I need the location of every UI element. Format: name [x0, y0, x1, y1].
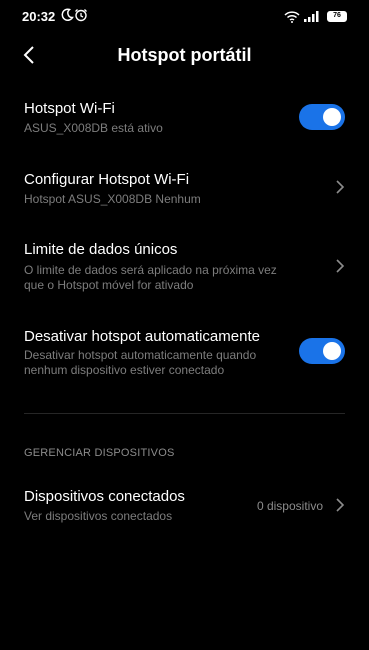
hotspot-wifi-toggle[interactable] — [299, 104, 345, 130]
auto-disable-row[interactable]: Desativar hotspot automaticamente Desati… — [0, 320, 369, 390]
auto-disable-subtitle-line2: nenhum dispositivo estiver conectado — [24, 363, 225, 377]
data-limit-subtitle-line1: O limite de dados será aplicado na próxi… — [24, 263, 277, 277]
signal-icon — [304, 11, 319, 22]
configure-hotspot-row[interactable]: Configurar Hotspot Wi-Fi Hotspot ASUS_X0… — [0, 163, 369, 223]
status-time: 20:32 — [22, 9, 56, 24]
connected-devices-row[interactable]: Dispositivos conectados Ver dispositivos… — [0, 480, 369, 530]
configure-hotspot-title: Configurar Hotspot Wi-Fi — [24, 171, 190, 188]
status-bar: 20:32 76 — [0, 0, 369, 34]
data-limit-row[interactable]: Limite de dados únicos O limite de dados… — [0, 233, 369, 303]
connected-devices-count: 0 dispositivo — [256, 499, 323, 513]
data-limit-subtitle-line2: que o Hotspot móvel for ativado — [24, 278, 194, 292]
wifi-icon — [284, 11, 300, 23]
top-app-bar: Hotspot portátil — [0, 36, 369, 76]
auto-disable-subtitle-line1: Desativar hotspot automaticamente quando — [24, 348, 257, 362]
data-limit-title: Limite de dados únicos — [24, 241, 178, 258]
toggle-knob — [323, 342, 341, 360]
hotspot-wifi-subtitle: ASUS_X008DB está ativo — [24, 121, 163, 135]
hotspot-wifi-title: Hotspot Wi-Fi — [24, 100, 115, 117]
moon-icon — [61, 8, 74, 21]
page-title: Hotspot portátil — [117, 45, 252, 65]
section-divider — [24, 413, 345, 414]
connected-devices-title: Dispositivos conectados — [24, 488, 185, 505]
chevron-right-icon — [336, 180, 345, 194]
auto-disable-title: Desativar hotspot automaticamente — [24, 328, 260, 345]
battery-icon: 76 — [327, 11, 347, 22]
chevron-right-icon — [336, 259, 345, 273]
configure-hotspot-subtitle: Hotspot ASUS_X008DB Nenhum — [24, 192, 201, 206]
auto-disable-toggle[interactable] — [299, 338, 345, 364]
toggle-knob — [323, 108, 341, 126]
connected-devices-subtitle: Ver dispositivos conectados — [24, 509, 173, 523]
hotspot-wifi-row[interactable]: Hotspot Wi-Fi ASUS_X008DB está ativo — [0, 92, 369, 152]
chevron-right-icon — [336, 498, 345, 512]
devices-section-header: GERENCIAR DISPOSITIVOS — [24, 447, 175, 459]
alarm-icon — [75, 9, 87, 22]
